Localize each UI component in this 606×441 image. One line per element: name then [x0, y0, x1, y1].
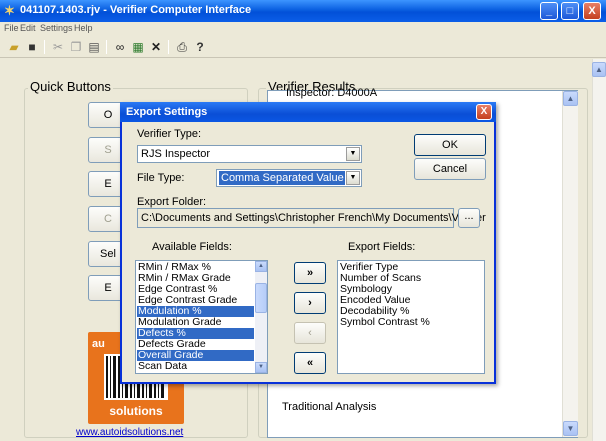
remove-all-fields-button[interactable]: «: [294, 352, 326, 374]
scroll-thumb[interactable]: [255, 283, 267, 313]
add-field-button[interactable]: ›: [294, 292, 326, 314]
quick-buttons-title: Quick Buttons: [28, 79, 113, 94]
verifier-type-value: RJS Inspector: [141, 148, 211, 160]
title-bar: ✶ 041107.1403.rjv - Verifier Computer In…: [0, 0, 606, 22]
dialog-title-bar: Export Settings X: [120, 102, 496, 122]
copy-icon[interactable]: ❐: [68, 39, 84, 55]
export-fields-list[interactable]: Verifier Type Number of Scans Symbology …: [337, 260, 485, 374]
toolbar-separator: [44, 40, 45, 54]
menu-settings[interactable]: Settings: [40, 23, 73, 33]
remove-field-button[interactable]: ‹: [294, 322, 326, 344]
delete-icon[interactable]: ✕: [148, 39, 164, 55]
open-folder-icon[interactable]: ▰: [6, 39, 22, 55]
maximize-button[interactable]: □: [561, 2, 579, 20]
results-scrollbar[interactable]: ▲ ▼: [562, 91, 578, 437]
dialog-title: Export Settings: [126, 106, 208, 118]
toolbar: ▰ ■ ✂ ❐ ▤ ∞ ▦ ✕ ⎙ ?: [0, 36, 606, 58]
available-field-item[interactable]: Scan Data: [137, 361, 254, 372]
available-fields-label: Available Fields:: [152, 241, 232, 253]
verifier-type-dropdown[interactable]: RJS Inspector ▼: [137, 145, 362, 163]
chevron-down-icon[interactable]: ▼: [346, 171, 360, 185]
export-folder-label: Export Folder:: [137, 196, 207, 208]
export-folder-field[interactable]: C:\Documents and Settings\Christopher Fr…: [137, 208, 486, 228]
scroll-down-arrow-icon[interactable]: ▼: [255, 362, 267, 373]
cancel-button[interactable]: Cancel: [414, 158, 486, 180]
spreadsheet-icon[interactable]: ▦: [130, 39, 146, 55]
menu-help[interactable]: Help: [74, 23, 93, 33]
results-top-line: Inspector: D4000A: [286, 87, 378, 99]
scroll-up-arrow-icon[interactable]: ▲: [255, 261, 267, 272]
export-folder-value: C:\Documents and Settings\Christopher Fr…: [141, 212, 486, 224]
available-fields-scrollbar[interactable]: ▲ ▼: [255, 261, 267, 373]
help-icon[interactable]: ?: [192, 39, 208, 55]
export-settings-dialog: Export Settings X Verifier Type: RJS Ins…: [120, 102, 496, 384]
menu-bar: File Edit Settings Help: [0, 22, 606, 36]
file-type-label: File Type:: [137, 172, 185, 184]
window-title: 041107.1403.rjv - Verifier Computer Inte…: [20, 4, 252, 16]
app-icon: ✶: [4, 3, 15, 18]
cut-icon[interactable]: ✂: [50, 39, 66, 55]
ok-button[interactable]: OK: [414, 134, 486, 156]
results-bottom-line: Traditional Analysis: [282, 401, 377, 413]
minimize-button[interactable]: _: [540, 2, 558, 20]
menu-edit[interactable]: Edit: [20, 23, 36, 33]
scroll-up-arrow-icon[interactable]: ▲: [563, 91, 578, 106]
close-button[interactable]: X: [583, 2, 601, 20]
website-link[interactable]: www.autoidsolutions.net: [76, 427, 183, 438]
toolbar-separator: [106, 40, 107, 54]
browse-button[interactable]: ...: [458, 208, 480, 228]
paste-icon[interactable]: ▤: [86, 39, 102, 55]
scroll-down-arrow-icon[interactable]: ▼: [563, 421, 578, 436]
export-fields-label: Export Fields:: [348, 241, 416, 253]
window-scroll-up-icon[interactable]: ▲: [592, 62, 606, 77]
file-type-dropdown[interactable]: Comma Separated Value (.CSV) ▼: [216, 169, 362, 187]
logo-text-top: au: [92, 338, 105, 350]
add-all-fields-button[interactable]: »: [294, 262, 326, 284]
available-fields-list[interactable]: RMin / RMax % RMin / RMax Grade Edge Con…: [135, 260, 268, 374]
verifier-type-label: Verifier Type:: [137, 128, 201, 140]
toolbar-separator: [168, 40, 169, 54]
window-scrollbar[interactable]: ▲: [592, 59, 606, 441]
export-field-item[interactable]: Symbol Contrast %: [339, 317, 430, 328]
dialog-close-button[interactable]: X: [476, 104, 492, 120]
file-type-value: Comma Separated Value (.CSV): [219, 171, 345, 185]
chevron-down-icon[interactable]: ▼: [346, 147, 360, 161]
save-icon[interactable]: ■: [24, 39, 40, 55]
binoculars-icon[interactable]: ∞: [112, 39, 128, 55]
logo-text-bottom: solutions: [109, 404, 163, 418]
print-icon[interactable]: ⎙: [174, 39, 190, 55]
menu-file[interactable]: File: [4, 23, 19, 33]
